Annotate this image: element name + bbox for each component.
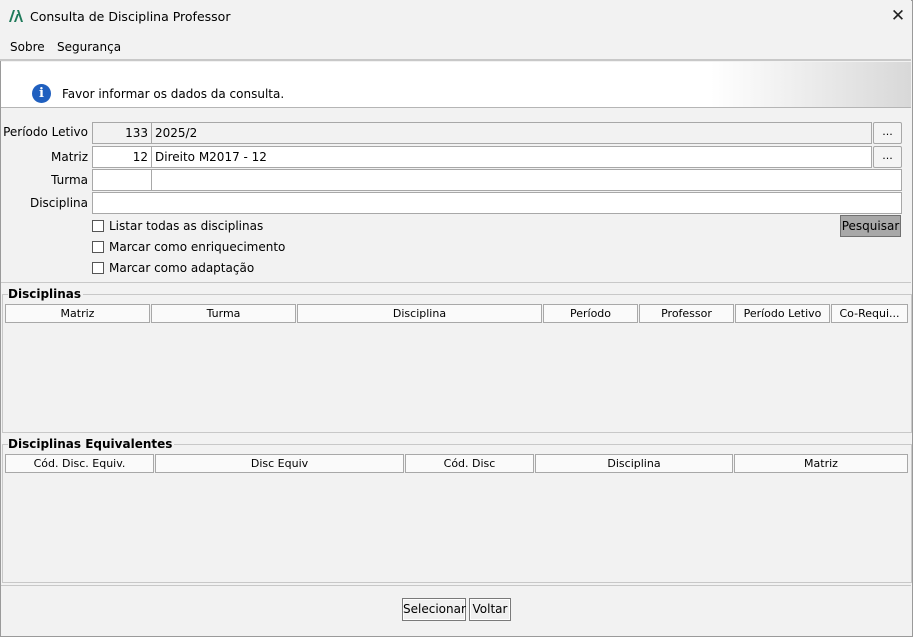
close-icon[interactable]: ✕	[886, 6, 910, 26]
column-header-periodo-letivo[interactable]: Período Letivo	[735, 304, 830, 323]
column-header-professor[interactable]: Professor	[639, 304, 734, 323]
turma-code-field[interactable]	[92, 169, 152, 191]
matriz-code-field[interactable]: 12	[92, 146, 152, 168]
column-header-matriz-equiv[interactable]: Matriz	[734, 454, 908, 473]
menu-item-seguranca[interactable]: Segurança	[57, 40, 121, 54]
column-header-cod-disc-equiv[interactable]: Cód. Disc. Equiv.	[5, 454, 154, 473]
window-title: Consulta de Disciplina Professor	[30, 9, 231, 24]
disciplinas-title: Disciplinas	[8, 287, 84, 301]
column-header-co-requisito[interactable]: Co-Requi...	[831, 304, 908, 323]
pesquisar-button[interactable]: Pesquisar	[840, 215, 901, 237]
enriquecimento-checkbox[interactable]	[92, 241, 104, 253]
voltar-button[interactable]: Voltar	[469, 598, 511, 621]
column-header-disciplina[interactable]: Disciplina	[297, 304, 542, 323]
matriz-field[interactable]: Direito M2017 - 12	[151, 146, 872, 168]
footer-divider	[1, 585, 911, 586]
adaptacao-checkbox[interactable]	[92, 262, 104, 274]
periodo-letivo-field[interactable]: 2025/2	[151, 122, 872, 144]
matriz-label: Matriz	[51, 150, 88, 164]
turma-field[interactable]	[151, 169, 902, 191]
turma-label: Turma	[51, 173, 88, 187]
column-header-periodo[interactable]: Período	[543, 304, 638, 323]
disciplina-label: Disciplina	[29, 196, 88, 210]
periodo-letivo-code-field[interactable]: 133	[92, 122, 152, 144]
column-header-disciplina-equiv[interactable]: Disciplina	[535, 454, 733, 473]
column-header-matriz[interactable]: Matriz	[5, 304, 150, 323]
menu-bar	[0, 33, 911, 61]
matriz-lookup-button[interactable]: ...	[873, 146, 902, 168]
listar-todas-label: Listar todas as disciplinas	[109, 219, 264, 233]
periodo-letivo-lookup-button[interactable]: ...	[873, 122, 902, 144]
column-header-disc-equiv[interactable]: Disc Equiv	[155, 454, 404, 473]
disciplina-field[interactable]	[92, 192, 902, 214]
info-banner	[1, 62, 911, 108]
column-header-cod-disc[interactable]: Cód. Disc	[405, 454, 534, 473]
selecionar-button[interactable]: Selecionar	[402, 598, 466, 621]
adaptacao-label: Marcar como adaptação	[109, 261, 255, 275]
info-icon: i	[32, 84, 51, 103]
equivalentes-title: Disciplinas Equivalentes	[8, 437, 175, 451]
listar-todas-checkbox[interactable]	[92, 220, 104, 232]
info-message: Favor informar os dados da consulta.	[62, 87, 285, 101]
menu-item-sobre[interactable]: Sobre	[10, 40, 45, 54]
enriquecimento-label: Marcar como enriquecimento	[109, 240, 286, 254]
column-header-turma[interactable]: Turma	[151, 304, 296, 323]
app-logo-icon	[9, 10, 23, 22]
periodo-letivo-label: Período Letivo	[3, 125, 88, 139]
